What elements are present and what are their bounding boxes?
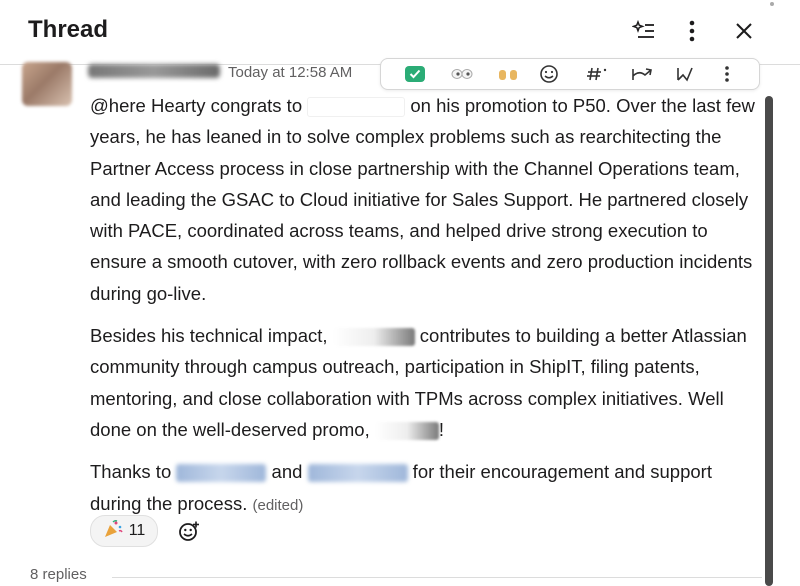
author-name-redacted[interactable] <box>88 64 220 78</box>
thread-header: Thread <box>0 0 800 65</box>
add-reaction-icon[interactable] <box>174 516 204 546</box>
eyes-icon[interactable] <box>451 64 473 84</box>
message-timestamp[interactable]: Today at 12:58 AM <box>228 64 352 81</box>
message-paragraph-3: Thanks to and for their encouragement an… <box>90 456 758 521</box>
more-vertical-icon[interactable] <box>721 64 733 84</box>
message-paragraph-2: Besides his technical impact, contribute… <box>90 320 758 445</box>
message-actions-toolbar <box>380 58 760 90</box>
text-segment: Thanks to <box>90 461 177 483</box>
replies-count[interactable]: 8 replies <box>30 566 87 583</box>
raised-hands-icon[interactable] <box>497 64 519 84</box>
forward-icon[interactable] <box>631 64 653 84</box>
hashtag-icon[interactable] <box>586 64 608 84</box>
redacted-user-mention[interactable] <box>307 97 406 118</box>
avatar[interactable] <box>22 62 72 106</box>
message-paragraph-1: @here Hearty congrats to on his promotio… <box>90 90 758 309</box>
redacted-user-mention[interactable] <box>374 422 439 441</box>
message-body: @here Hearty congrats to on his promotio… <box>90 90 758 532</box>
redacted-user-mention[interactable] <box>307 464 408 483</box>
image-artifact <box>770 2 774 6</box>
thread-title: Thread <box>28 16 109 43</box>
more-vertical-icon[interactable] <box>675 14 709 48</box>
reaction-count: 11 <box>128 522 146 539</box>
text-segment: Hearty congrats to <box>145 95 308 116</box>
text-segment: ! <box>438 418 445 440</box>
sparkle-list-icon[interactable] <box>627 14 661 48</box>
text-segment: and <box>266 461 308 483</box>
here-mention[interactable]: @here <box>90 95 146 116</box>
bookmark-icon[interactable] <box>675 64 695 84</box>
close-icon[interactable] <box>727 14 761 48</box>
party-popper-icon <box>103 519 123 544</box>
redacted-user-mention[interactable] <box>176 464 267 483</box>
text-segment: on his promotion to P50. Over the last f… <box>90 95 755 304</box>
add-reaction-icon[interactable] <box>539 64 559 84</box>
scrollbar[interactable] <box>765 96 773 586</box>
reaction-party-popper[interactable]: 11 <box>90 515 158 547</box>
replies-divider <box>112 577 762 578</box>
check-mark-icon[interactable] <box>405 64 425 84</box>
redacted-user-mention[interactable] <box>332 328 415 347</box>
edited-label: (edited) <box>252 496 304 514</box>
text-segment: Besides his technical impact, <box>90 325 333 347</box>
